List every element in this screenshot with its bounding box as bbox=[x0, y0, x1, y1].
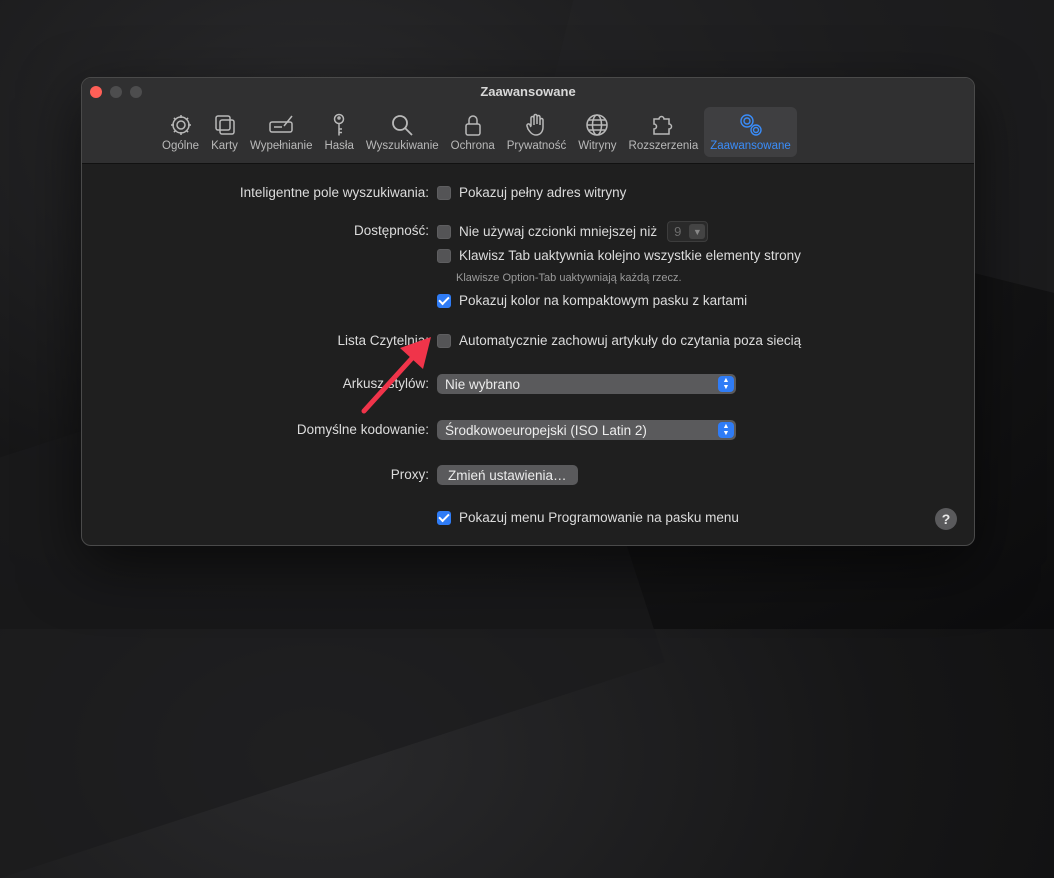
chevron-down-icon: ▼ bbox=[689, 224, 706, 239]
tab-label: Zaawansowane bbox=[710, 140, 791, 152]
preferences-toolbar: Ogólne Karty Wypełnianie Hasła Wyszukiwa… bbox=[156, 107, 797, 157]
stylesheet-value: Nie wybrano bbox=[445, 376, 521, 392]
tab-label: Ochrona bbox=[450, 140, 495, 152]
key-icon bbox=[333, 113, 345, 136]
min-font-text: Nie używaj czcionki mniejszej niż bbox=[459, 224, 658, 239]
encoding-label: Domyślne kodowanie: bbox=[296, 422, 429, 437]
reading-list-row[interactable]: Automatycznie zachowuj artykuły do czyta… bbox=[437, 333, 801, 348]
option-tab-hint: Klawisze Option-Tab uaktywniają każdą rz… bbox=[456, 272, 682, 284]
show-full-address-checkbox[interactable] bbox=[437, 185, 451, 200]
tab-websites[interactable]: Witryny bbox=[572, 107, 622, 157]
tab-label: Wypełnianie bbox=[249, 140, 313, 152]
tabs-icon bbox=[214, 115, 235, 135]
tab-label: Ogólne bbox=[162, 140, 200, 152]
compact-color-row[interactable]: Pokazuj kolor na kompaktowym pasku z kar… bbox=[437, 293, 747, 308]
puzzle-icon bbox=[653, 115, 673, 135]
min-font-row[interactable]: Nie używaj czcionki mniejszej niż 9 ▼ bbox=[437, 221, 709, 242]
tab-autofill[interactable]: Wypełnianie bbox=[244, 107, 319, 157]
updown-chevron-icon: ▲ ▼ bbox=[718, 422, 734, 438]
tab-key-checkbox[interactable] bbox=[437, 248, 451, 263]
tab-key-text: Klawisz Tab uaktywnia kolejno wszystkie … bbox=[459, 248, 801, 263]
gears-icon bbox=[739, 114, 762, 136]
tab-key-row[interactable]: Klawisz Tab uaktywnia kolejno wszystkie … bbox=[437, 248, 801, 263]
hand-icon bbox=[526, 113, 545, 136]
compact-color-text: Pokazuj kolor na kompaktowym pasku z kar… bbox=[459, 293, 748, 308]
tab-search[interactable]: Wyszukiwanie bbox=[360, 107, 445, 157]
lock-icon bbox=[464, 115, 481, 136]
tab-label: Wyszukiwanie bbox=[365, 140, 439, 152]
min-font-size-value: 9 bbox=[674, 224, 682, 239]
globe-icon bbox=[586, 114, 609, 136]
reading-list-label: Lista Czytelnia: bbox=[337, 333, 429, 348]
proxy-label: Proxy: bbox=[390, 467, 429, 482]
tab-tabs[interactable]: Karty bbox=[205, 107, 244, 157]
pen-field-icon bbox=[269, 115, 293, 133]
change-settings-button[interactable]: Zmień ustawienia… bbox=[437, 465, 578, 485]
tab-extensions[interactable]: Rozszerzenia bbox=[623, 107, 705, 157]
magnifier-icon bbox=[392, 115, 413, 136]
show-full-address-text: Pokazuj pełny adres witryny bbox=[459, 185, 627, 200]
save-offline-checkbox[interactable] bbox=[437, 333, 451, 348]
min-font-checkbox[interactable] bbox=[437, 224, 451, 239]
gear-icon bbox=[170, 115, 191, 135]
develop-menu-checkbox[interactable] bbox=[437, 510, 451, 525]
title-bar: Zaawansowane Ogólne Karty Wypełnianie Ha… bbox=[82, 78, 974, 164]
help-button[interactable]: ? bbox=[935, 508, 957, 530]
tab-security[interactable]: Ochrona bbox=[445, 107, 501, 157]
stylesheet-popup[interactable]: Nie wybrano ▲ ▼ bbox=[437, 374, 736, 394]
tab-privacy[interactable]: Prywatność bbox=[501, 107, 572, 157]
accessibility-label: Dostępność: bbox=[353, 223, 429, 238]
tab-advanced[interactable]: Zaawansowane bbox=[704, 107, 797, 157]
tab-label: Witryny bbox=[578, 140, 617, 152]
smart-search-label: Inteligentne pole wyszukiwania: bbox=[239, 185, 429, 200]
preferences-window: Zaawansowane Ogólne Karty Wypełnianie Ha… bbox=[81, 77, 975, 546]
min-font-size-popup[interactable]: 9 ▼ bbox=[667, 221, 709, 242]
tab-label: Hasła bbox=[324, 140, 354, 152]
tab-passwords[interactable]: Hasła bbox=[318, 107, 359, 157]
encoding-popup[interactable]: Środkowoeuropejski (ISO Latin 2) ▲ ▼ bbox=[437, 420, 736, 440]
window-title: Zaawansowane bbox=[480, 84, 576, 99]
develop-menu-text: Pokazuj menu Programowanie na pasku menu bbox=[459, 510, 739, 525]
tab-general[interactable]: Ogólne bbox=[156, 107, 205, 157]
tab-label: Prywatność bbox=[506, 140, 567, 152]
develop-menu-row[interactable]: Pokazuj menu Programowanie na pasku menu bbox=[437, 510, 739, 525]
encoding-value: Środkowoeuropejski (ISO Latin 2) bbox=[445, 422, 647, 438]
tab-label: Rozszerzenia bbox=[628, 140, 699, 152]
save-offline-text: Automatycznie zachowuj artykuły do czyta… bbox=[459, 333, 802, 348]
tab-label: Karty bbox=[211, 140, 238, 152]
compact-color-checkbox[interactable] bbox=[437, 293, 451, 308]
updown-chevron-icon: ▲ ▼ bbox=[718, 376, 734, 392]
stylesheet-label: Arkusz stylów: bbox=[342, 376, 429, 391]
smart-search-row[interactable]: Pokazuj pełny adres witryny bbox=[437, 185, 626, 200]
